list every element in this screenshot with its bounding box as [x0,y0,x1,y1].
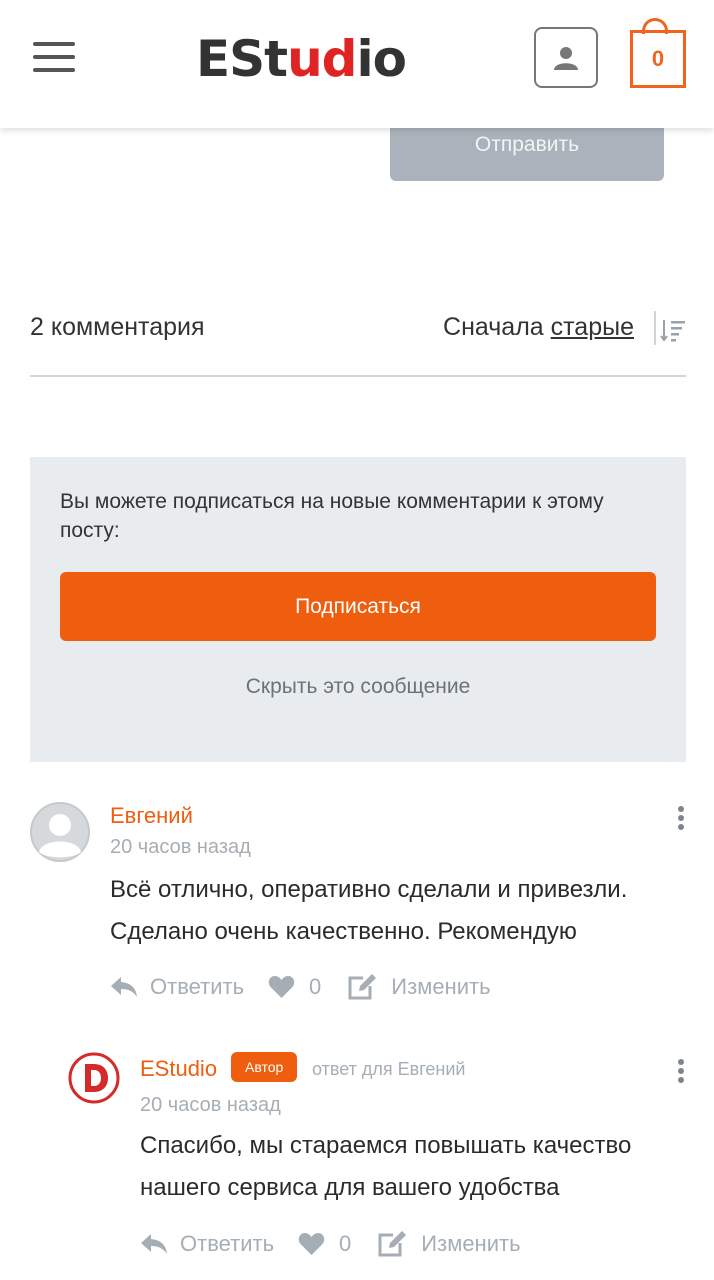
edit-button[interactable]: Изменить [377,1230,521,1258]
comment-time[interactable]: 20 часов назад [140,1094,281,1117]
comments-count: 2 комментария [30,313,205,341]
default-user-avatar-icon [30,802,90,862]
reply-label: Ответить [180,1231,275,1256]
edit-label: Изменить [421,1231,521,1256]
site-header: ESt ud io 0 [0,0,714,128]
reply-to-link[interactable]: ответ для Евгений [312,1059,465,1080]
send-button-label: Отправить [474,133,580,156]
sort-control[interactable]: Сначала старые [443,313,634,342]
user-icon [554,46,578,70]
avatar [30,802,90,862]
edit-label: Изменить [391,974,491,999]
comment-more-icon[interactable] [678,806,686,833]
comment-time[interactable]: 20 часов назад [110,836,251,859]
estudio-logo-icon [68,1052,120,1104]
comment-text: Спасибо, мы стараемся повышать качество … [140,1125,700,1209]
subscribe-button[interactable]: Подписаться [60,572,656,641]
reply-icon [111,977,137,997]
logo-text-cart: ud [287,30,357,88]
like-count: 0 [309,974,322,999]
logo-text-end: io [356,30,406,88]
sort-prefix: Сначала [443,313,544,341]
edit-icon [378,1231,407,1257]
like-button[interactable]: 0 [268,974,321,1000]
heart-icon [268,976,295,998]
reply-button[interactable]: Ответить [140,1231,274,1257]
hamburger-menu-icon[interactable] [33,42,75,74]
comment-actions: Ответить 0 Изменить [110,972,491,1002]
hide-message-link[interactable]: Скрыть это сообщение [30,675,686,699]
comments-header: 2 комментария Сначала старые [30,305,686,377]
subscribe-text: Вы можете подписаться на новые комментар… [60,490,604,542]
reply-icon [141,1234,167,1254]
reply-label: Ответить [150,974,245,999]
subscribe-panel: Вы можете подписаться на новые комментар… [30,457,686,762]
comment-actions: Ответить 0 Изменить [140,1229,521,1259]
cart-count: 0 [651,46,665,71]
comment-text-line: Сделано очень качественно. Рекомендую [110,918,577,945]
subscribe-button-label: Подписаться [295,594,421,618]
avatar [68,1052,120,1104]
account-button[interactable] [534,27,598,88]
like-count: 0 [339,1231,352,1256]
reply-button[interactable]: Ответить [110,974,244,1000]
edit-button[interactable]: Изменить [347,973,491,1001]
comment-author[interactable]: EStudio [140,1056,217,1082]
sort-divider [654,311,656,345]
cart-button[interactable]: 0 [630,30,686,88]
like-button[interactable]: 0 [298,1231,351,1257]
comment-text-line: Всё отлично, оперативно сделали и привез… [110,876,628,903]
author-badge: Автор [231,1052,298,1082]
comment-author[interactable]: Евгений [110,803,193,829]
comment-text-line: нашего сервиса для вашего удобства [140,1174,560,1201]
comment-text: Всё отлично, оперативно сделали и привез… [110,869,700,953]
sort-order-icon[interactable] [660,317,686,343]
edit-icon [348,974,377,1000]
sort-value-link[interactable]: старые [551,313,634,341]
heart-icon [298,1233,325,1255]
site-logo[interactable]: ESt ud io [196,26,407,92]
comment-more-icon[interactable] [678,1059,686,1086]
logo-text-start: ESt [196,30,288,88]
comment-text-line: Спасибо, мы стараемся повышать качество [140,1132,632,1159]
